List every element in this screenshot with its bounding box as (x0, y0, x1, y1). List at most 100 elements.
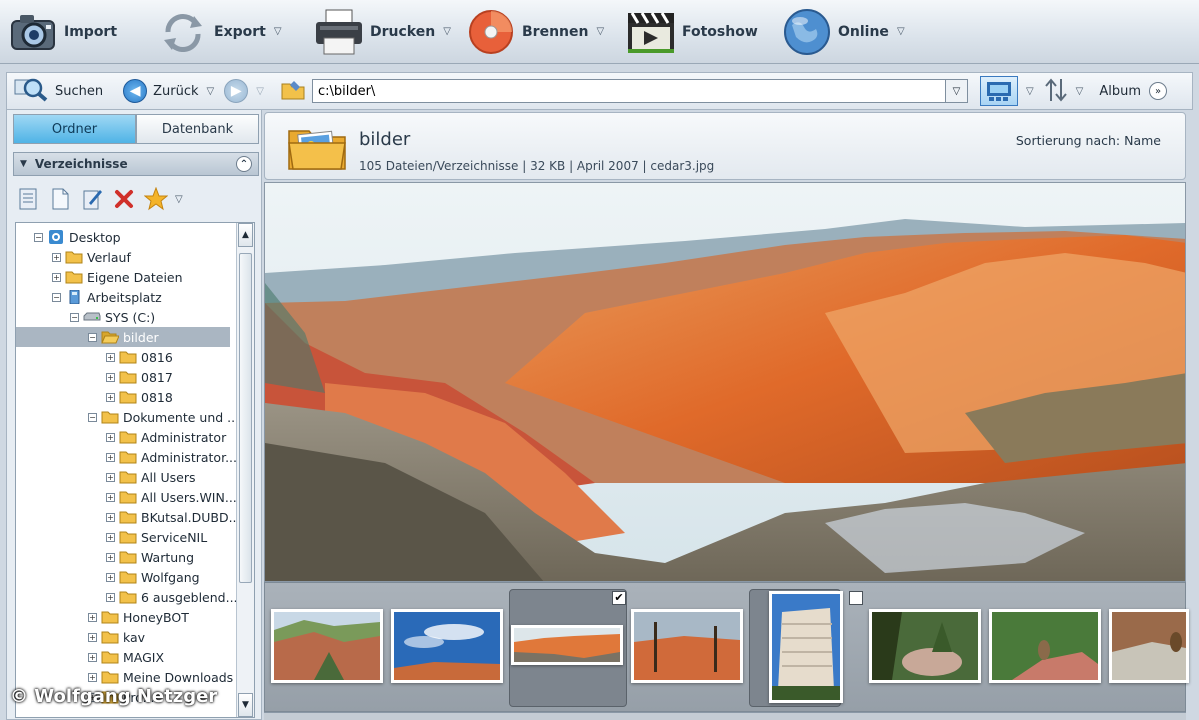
delete-icon[interactable] (111, 186, 137, 212)
tree-item[interactable]: + Administrator.... (16, 447, 236, 467)
thumbnail-2[interactable] (391, 609, 503, 683)
expand-icon[interactable]: + (106, 492, 115, 502)
forward-button[interactable]: ▶ ▽ (224, 79, 264, 103)
tree-item[interactable]: − Dokumente und ... (16, 407, 236, 427)
tree-scrollbar[interactable]: ▲ ▼ (236, 223, 254, 717)
thumbnail-7[interactable] (989, 609, 1101, 683)
expand-icon[interactable]: + (52, 252, 61, 262)
thumbnail-8[interactable] (1109, 609, 1189, 683)
main-photo-preview[interactable] (264, 182, 1186, 582)
print-button[interactable]: Drucken ▽ (306, 2, 458, 62)
scroll-down-button[interactable]: ▼ (238, 693, 253, 717)
chevron-down-icon[interactable]: ▽ (1076, 86, 1084, 97)
chevron-down-icon[interactable]: ▽ (443, 26, 451, 37)
expand-icon[interactable]: + (106, 432, 115, 442)
expand-icon[interactable]: + (88, 612, 97, 622)
collapse-tree-icon[interactable]: − (88, 412, 97, 422)
expand-icon[interactable]: + (106, 372, 115, 382)
expand-icon[interactable]: + (106, 472, 115, 482)
expand-icon[interactable]: + (106, 592, 115, 602)
directories-section-header[interactable]: ▼ Verzeichnisse ⌃ (13, 152, 259, 176)
thumbnail-3-checkbox[interactable]: ✔ (612, 591, 626, 605)
expand-icon[interactable]: + (106, 392, 115, 402)
tab-database[interactable]: Datenbank (136, 114, 259, 144)
chevron-down-icon[interactable]: ▽ (207, 86, 215, 97)
navigation-bar: Suchen ◀ Zurück ▽ ▶ ▽ ▽ ▽ ▽ Album » (6, 72, 1193, 110)
burn-button[interactable]: Brennen ▽ (458, 2, 618, 62)
folder-browse-icon[interactable] (280, 79, 306, 104)
thumbnail-1[interactable] (271, 609, 383, 683)
online-button[interactable]: Online ▽ (774, 2, 934, 62)
chevron-down-icon[interactable]: ▽ (256, 86, 264, 97)
expand-icon[interactable]: + (88, 632, 97, 642)
tree-item[interactable]: + MAGIX (16, 647, 230, 667)
chevron-down-icon[interactable]: ▽ (897, 26, 905, 37)
slideshow-button[interactable]: Fotoshow (618, 2, 774, 62)
expand-icon[interactable]: + (88, 652, 97, 662)
scroll-up-button[interactable]: ▲ (238, 223, 253, 247)
tree-item[interactable]: + All Users.WIN... (16, 487, 236, 507)
expand-icon[interactable]: + (88, 672, 97, 682)
collapse-icon[interactable]: ⌃ (236, 156, 252, 172)
edit-document-icon[interactable] (79, 186, 105, 212)
thumbnail-6[interactable] (869, 609, 981, 683)
sort-order-label[interactable]: Sortierung nach: Name (1016, 133, 1161, 148)
new-document-icon[interactable] (47, 186, 73, 212)
thumbnail-5-checkbox[interactable] (849, 591, 863, 605)
expand-icon[interactable]: + (106, 572, 115, 582)
album-label[interactable]: Album (1099, 84, 1141, 99)
expand-icon[interactable]: + (106, 552, 115, 562)
chevron-down-icon[interactable]: ▽ (1026, 86, 1034, 97)
tree-item[interactable]: + kav (16, 627, 230, 647)
tree-item[interactable]: +0818 (16, 387, 230, 407)
thumbnail-3-selected[interactable] (511, 625, 623, 665)
tree-item[interactable]: + Wolfgang (16, 567, 230, 587)
tree-item[interactable]: + ServiceNIL (16, 527, 230, 547)
tree-item[interactable]: − SYS (C:) (16, 307, 230, 327)
back-button[interactable]: ◀ Zurück ▽ (123, 79, 214, 103)
folder-icon (101, 670, 123, 684)
tree-item[interactable]: − Arbeitsplatz (16, 287, 230, 307)
double-chevron-right-icon[interactable]: » (1149, 82, 1168, 100)
collapse-tree-icon[interactable]: − (52, 292, 61, 302)
tree-item[interactable]: − Desktop (16, 227, 230, 247)
tree-item[interactable]: + Administrator (16, 427, 230, 447)
document-list-icon[interactable] (15, 186, 41, 212)
thumbnail-strip: ✔ (264, 582, 1189, 712)
tree-item[interactable]: + Meine Downloads (16, 667, 233, 687)
tree-item[interactable]: − bilder (16, 327, 230, 347)
chevron-down-icon[interactable]: ▽ (274, 26, 282, 37)
path-input[interactable] (311, 79, 946, 103)
tree-item[interactable]: + Eigene Dateien (16, 267, 230, 287)
tree-item[interactable]: + HoneyBOT (16, 607, 230, 627)
tree-item[interactable]: +0816 (16, 347, 230, 367)
star-favorite-icon[interactable] (143, 186, 169, 212)
tree-item[interactable]: + Wartung (16, 547, 230, 567)
expand-icon[interactable]: + (106, 352, 115, 362)
expand-icon[interactable]: + (106, 512, 115, 522)
tree-item[interactable]: + BKutsal.DUBD... (16, 507, 236, 527)
tree-item[interactable]: + All Users (16, 467, 230, 487)
collapse-tree-icon[interactable]: − (70, 312, 79, 322)
tree-item[interactable]: +6 ausgeblend... (16, 587, 236, 607)
tree-item[interactable]: +0817 (16, 367, 230, 387)
tab-folders[interactable]: Ordner (13, 114, 136, 144)
collapse-tree-icon[interactable]: − (34, 232, 43, 242)
collapse-tree-icon[interactable]: − (88, 332, 97, 342)
expand-icon[interactable]: + (106, 532, 115, 542)
view-mode-icon[interactable] (979, 76, 1018, 106)
thumbnail-4[interactable] (631, 609, 743, 683)
path-dropdown-button[interactable]: ▽ (945, 79, 968, 103)
chevron-down-icon[interactable]: ▽ (596, 26, 604, 37)
export-button[interactable]: Export ▽ (150, 2, 306, 62)
sort-icon[interactable] (1044, 77, 1068, 106)
search-button[interactable]: Suchen (13, 76, 103, 106)
chevron-down-icon[interactable]: ▽ (175, 194, 183, 205)
thumbnail-5[interactable] (769, 591, 843, 703)
scroll-thumb[interactable] (239, 253, 252, 583)
folder-icon (101, 610, 123, 624)
expand-icon[interactable]: + (52, 272, 61, 282)
import-button[interactable]: Import (0, 2, 150, 62)
tree-item[interactable]: + Verlauf (16, 247, 230, 267)
expand-icon[interactable]: + (106, 452, 115, 462)
